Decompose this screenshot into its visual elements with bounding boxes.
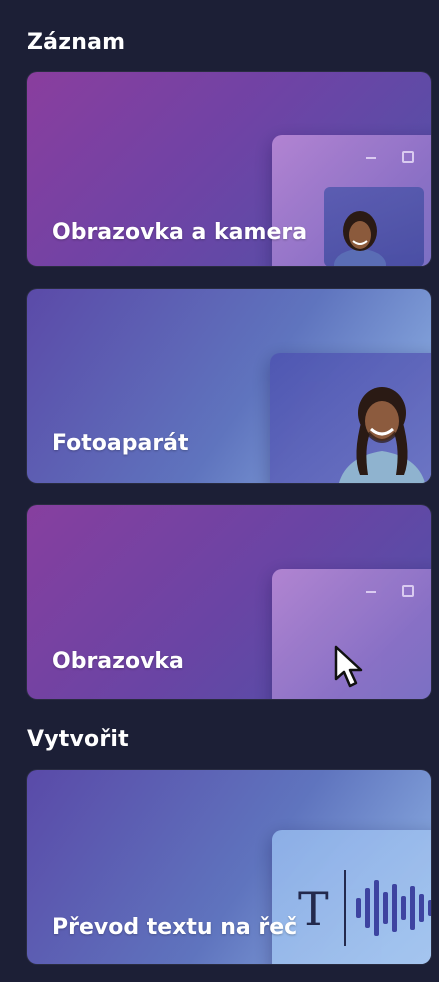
text-cursor-line [344, 870, 346, 946]
card-label: Obrazovka [52, 649, 184, 674]
side-panel: Záznam Obrazovka a kamera Fotoaparát Obr… [0, 0, 439, 982]
minimize-icon [366, 157, 376, 159]
person-avatar [332, 207, 388, 266]
panel-edge [439, 0, 447, 982]
card-screen[interactable]: Obrazovka [27, 505, 431, 699]
minimize-icon [366, 591, 376, 593]
card-camera[interactable]: Fotoaparát [27, 289, 431, 483]
maximize-icon [402, 585, 414, 597]
card-label: Převod textu na řeč [52, 915, 298, 940]
card-text-to-speech[interactable]: T Převod textu na řeč [27, 770, 431, 964]
person-avatar [332, 375, 431, 483]
text-icon: T [298, 882, 329, 936]
waveform-icon [356, 870, 431, 946]
section-title-create: Vytvořit [27, 727, 129, 752]
tts-window-graphic: T [272, 830, 431, 964]
maximize-icon [402, 151, 414, 163]
section-title-record: Záznam [27, 30, 126, 55]
card-label: Fotoaparát [52, 431, 189, 456]
card-screen-and-camera[interactable]: Obrazovka a kamera [27, 72, 431, 266]
cursor-icon [332, 645, 372, 689]
card-label: Obrazovka a kamera [52, 220, 308, 245]
